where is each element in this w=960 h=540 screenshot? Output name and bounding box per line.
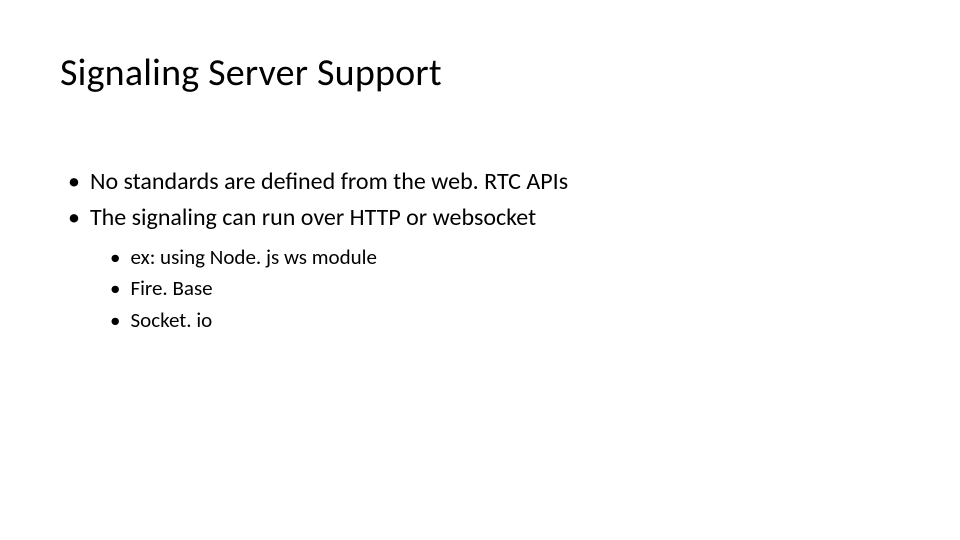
slide: Signaling Server Support • No standards … [0, 0, 960, 335]
sub-bullet-group: • ex: using Node. js ws module • Fire. B… [60, 243, 900, 335]
slide-content: • No standards are defined from the web.… [60, 166, 900, 335]
bullet-text: No standards are defined from the web. R… [90, 166, 568, 198]
bullet-text: ex: using Node. js ws module [130, 243, 376, 272]
bullet-dot-icon: • [110, 274, 120, 303]
bullet-text: Socket. io [130, 306, 212, 335]
bullet-text: Fire. Base [130, 274, 212, 303]
bullet-text: The signaling can run over HTTP or webso… [90, 202, 536, 234]
bullet-level1: • No standards are defined from the web.… [60, 166, 900, 198]
slide-title: Signaling Server Support [60, 50, 900, 96]
bullet-dot-icon: • [110, 306, 120, 335]
bullet-dot-icon: • [110, 243, 120, 272]
bullet-level2: • Fire. Base [110, 274, 900, 303]
bullet-level2: • ex: using Node. js ws module [110, 243, 900, 272]
bullet-dot-icon: • [68, 166, 80, 198]
bullet-level1: • The signaling can run over HTTP or web… [60, 202, 900, 234]
bullet-level2: • Socket. io [110, 306, 900, 335]
bullet-dot-icon: • [68, 202, 80, 234]
